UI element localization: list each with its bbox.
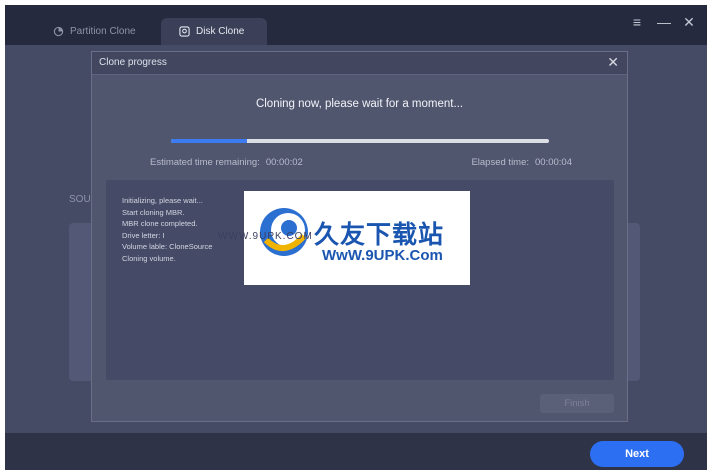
watermark-small-url: WWW.9UPK.COM <box>218 231 313 242</box>
minimize-icon[interactable]: — <box>657 15 671 29</box>
estimated-time: Estimated time remaining: 00:00:02 <box>150 157 303 168</box>
log-line: Volume lable: CloneSource <box>122 242 213 251</box>
partition-icon <box>53 26 64 37</box>
watermark: 久友下载站 WwW.9UPK.Com WWW.9UPK.COM <box>218 191 470 285</box>
watermark-title: 久友下载站 <box>314 221 445 249</box>
window-controls: ≡ — ✕ <box>631 15 695 29</box>
top-bar: Partition Clone Disk Clone ≡ — ✕ <box>5 5 707 45</box>
tab-label: Partition Clone <box>70 26 136 37</box>
log-line: MBR clone completed. <box>122 219 198 228</box>
tab-label: Disk Clone <box>196 26 245 37</box>
tab-disk-clone[interactable]: Disk Clone <box>161 18 267 45</box>
next-button[interactable]: Next <box>590 441 684 467</box>
log-line: Drive letter: I <box>122 230 165 240</box>
log-line: Start cloning MBR. <box>122 207 185 217</box>
dialog-title: Clone progress <box>99 57 167 68</box>
status-message: Cloning now, please wait for a moment... <box>255 98 464 110</box>
watermark-url: WwW.9UPK.Com <box>322 247 443 264</box>
eta-label: Estimated time remaining: <box>150 157 260 168</box>
eta-value: 00:00:02 <box>265 157 303 168</box>
app-window: Partition Clone Disk Clone ≡ — ✕ SOU Nex… <box>5 5 707 470</box>
source-label: SOU <box>69 194 91 205</box>
elapsed-label: Elapsed time: <box>471 157 530 168</box>
log-line: Initializing, please wait... <box>122 196 203 205</box>
finish-button[interactable]: Finish <box>540 394 614 413</box>
progress-bar <box>171 139 549 143</box>
tab-partition-clone[interactable]: Partition Clone <box>41 18 148 45</box>
menu-icon[interactable]: ≡ <box>631 15 643 29</box>
elapsed-value: 00:00:04 <box>535 157 572 168</box>
disk-icon <box>179 26 190 37</box>
log-line: Cloning volume. <box>122 253 176 263</box>
close-icon[interactable]: ✕ <box>683 15 695 29</box>
elapsed-time: Elapsed time: 00:00:04 <box>471 157 572 168</box>
progress-fill <box>171 139 247 143</box>
close-icon[interactable]: ✕ <box>607 54 619 71</box>
dialog-title-bar: Clone progress ✕ <box>92 52 627 75</box>
